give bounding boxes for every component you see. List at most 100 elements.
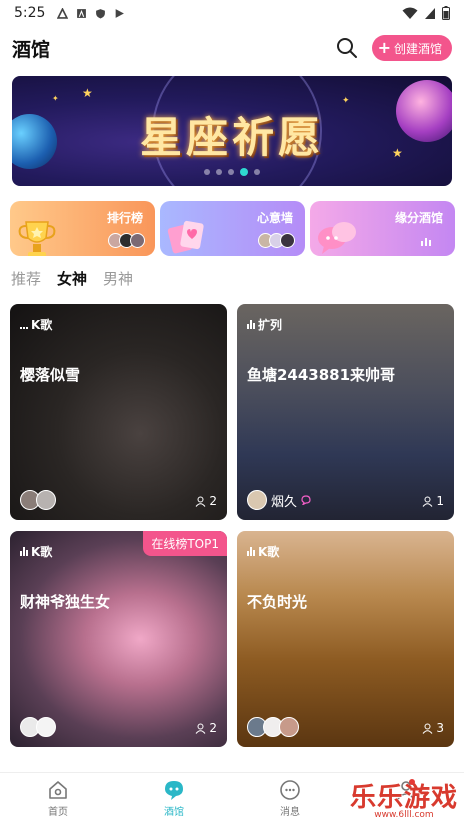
room-tag-label: K歌 <box>31 545 53 559</box>
room-cover <box>237 531 454 747</box>
feature-avatars <box>108 233 145 248</box>
wifi-icon <box>402 7 418 19</box>
status-notification-icons <box>57 7 125 19</box>
banner-carousel[interactable]: ★ ★ ✦ ✦ 星座祈愿 <box>12 76 452 186</box>
avatar <box>279 717 299 737</box>
feature-label: 排行榜 <box>106 211 143 225</box>
chat-bubble-icon <box>301 495 311 505</box>
room-cover <box>10 531 227 747</box>
avatar <box>247 490 267 510</box>
plus-icon: + <box>377 38 391 57</box>
star-icon: ★ <box>82 86 93 100</box>
room-tag: K歌 <box>20 316 52 333</box>
avatar <box>280 233 295 248</box>
tab-recommended[interactable]: 推荐 <box>11 268 41 289</box>
notification-a-icon <box>57 7 69 19</box>
room-member-count-value: 1 <box>436 494 444 508</box>
room-cover <box>237 304 454 520</box>
person-icon <box>422 723 433 734</box>
room-tag: K歌 <box>20 543 52 560</box>
nav-home-label: 首页 <box>48 807 68 818</box>
nav-messages-label: 消息 <box>280 807 300 818</box>
home-icon <box>49 781 67 799</box>
category-tabs: 推荐 女神 男神 <box>11 266 133 290</box>
nav-tavern-label: 酒馆 <box>164 807 184 818</box>
person-icon <box>422 496 433 507</box>
online-top-badge: 在线榜TOP1 <box>143 531 227 556</box>
carousel-dots <box>204 168 260 176</box>
room-tag-label: 扩列 <box>258 318 283 332</box>
signal-icon <box>425 7 435 19</box>
feature-activity-icon <box>421 238 431 246</box>
banner-title: 星座祈愿 <box>139 113 324 162</box>
feature-card-fate-tavern[interactable]: 缘分酒馆 <box>310 201 455 256</box>
create-tavern-button[interactable]: + 创建酒馆 <box>371 35 452 61</box>
app-header: 酒馆 + 创建酒馆 <box>0 30 464 66</box>
play-store-icon <box>116 8 125 18</box>
room-title: 不负时光 <box>247 593 308 611</box>
notification-box-icon <box>77 8 87 18</box>
search-icon[interactable] <box>336 37 358 59</box>
shield-icon <box>96 8 106 18</box>
cards-icon <box>167 220 204 254</box>
tab-god[interactable]: 男神 <box>103 268 133 289</box>
sound-bars-icon <box>20 320 28 329</box>
feature-avatars <box>258 233 295 248</box>
status-time: 5:25 <box>14 5 46 21</box>
room-tag: K歌 <box>247 543 279 560</box>
sound-bars-icon <box>247 547 255 556</box>
room-member-count-value: 2 <box>209 494 217 508</box>
room-members <box>20 717 56 737</box>
room-title: 樱落似雪 <box>20 366 81 384</box>
feature-card-wish-wall[interactable]: 心意墙 <box>160 201 305 256</box>
tavern-icon <box>165 781 183 800</box>
sound-bars-icon <box>20 547 28 556</box>
room-card[interactable]: 扩列 鱼塘2443881来帅哥 烟久 1 <box>237 304 454 520</box>
person-icon <box>195 723 206 734</box>
room-title: 鱼塘2443881来帅哥 <box>247 366 396 384</box>
status-system-icons <box>402 6 450 20</box>
carousel-dot[interactable] <box>228 169 234 175</box>
room-member-count-value: 2 <box>209 721 217 735</box>
room-host-name: 烟久 <box>271 494 298 510</box>
carousel-dot-active[interactable] <box>240 168 248 176</box>
status-bar: 5:25 <box>0 0 464 26</box>
feature-card-leaderboard[interactable]: 排行榜 <box>10 201 155 256</box>
room-cover <box>10 304 227 520</box>
room-member-count: 2 <box>195 494 217 508</box>
room-members: 烟久 <box>247 490 311 510</box>
room-tag: 扩列 <box>247 316 282 333</box>
message-icon <box>280 780 300 800</box>
avatar <box>36 717 56 737</box>
feature-label: 心意墙 <box>256 211 293 225</box>
room-member-count: 2 <box>195 721 217 735</box>
nav-home[interactable]: 首页 <box>0 773 116 824</box>
carousel-dot[interactable] <box>216 169 222 175</box>
star-icon: ✦ <box>52 94 59 103</box>
room-members <box>247 717 299 737</box>
sound-bars-icon <box>247 320 255 329</box>
battery-icon <box>442 6 450 20</box>
room-member-count: 3 <box>422 721 444 735</box>
avatar <box>36 490 56 510</box>
room-member-count-value: 3 <box>436 721 444 735</box>
nav-messages[interactable]: 消息 <box>232 773 348 824</box>
room-member-count: 1 <box>422 494 444 508</box>
avatar <box>130 233 145 248</box>
watermark-logo: 乐乐游戏 www.6lll.com <box>350 777 458 820</box>
carousel-dot[interactable] <box>254 169 260 175</box>
tab-goddess[interactable]: 女神 <box>57 268 87 289</box>
room-tag-label: K歌 <box>258 545 280 559</box>
room-members <box>20 490 56 510</box>
nav-tavern[interactable]: 酒馆 <box>116 773 232 824</box>
room-card[interactable]: K歌 不负时光 3 <box>237 531 454 747</box>
room-card[interactable]: 在线榜TOP1 K歌 财神爷独生女 2 <box>10 531 227 747</box>
chat-bubble-icon <box>318 222 356 254</box>
watermark-text: 乐乐游戏 <box>349 783 458 813</box>
feature-label: 缘分酒馆 <box>394 211 443 225</box>
room-card[interactable]: K歌 樱落似雪 2 <box>10 304 227 520</box>
sound-bars-icon <box>421 238 431 246</box>
trophy-icon <box>18 221 56 256</box>
carousel-dot[interactable] <box>204 169 210 175</box>
create-tavern-label: 创建酒馆 <box>393 41 442 56</box>
